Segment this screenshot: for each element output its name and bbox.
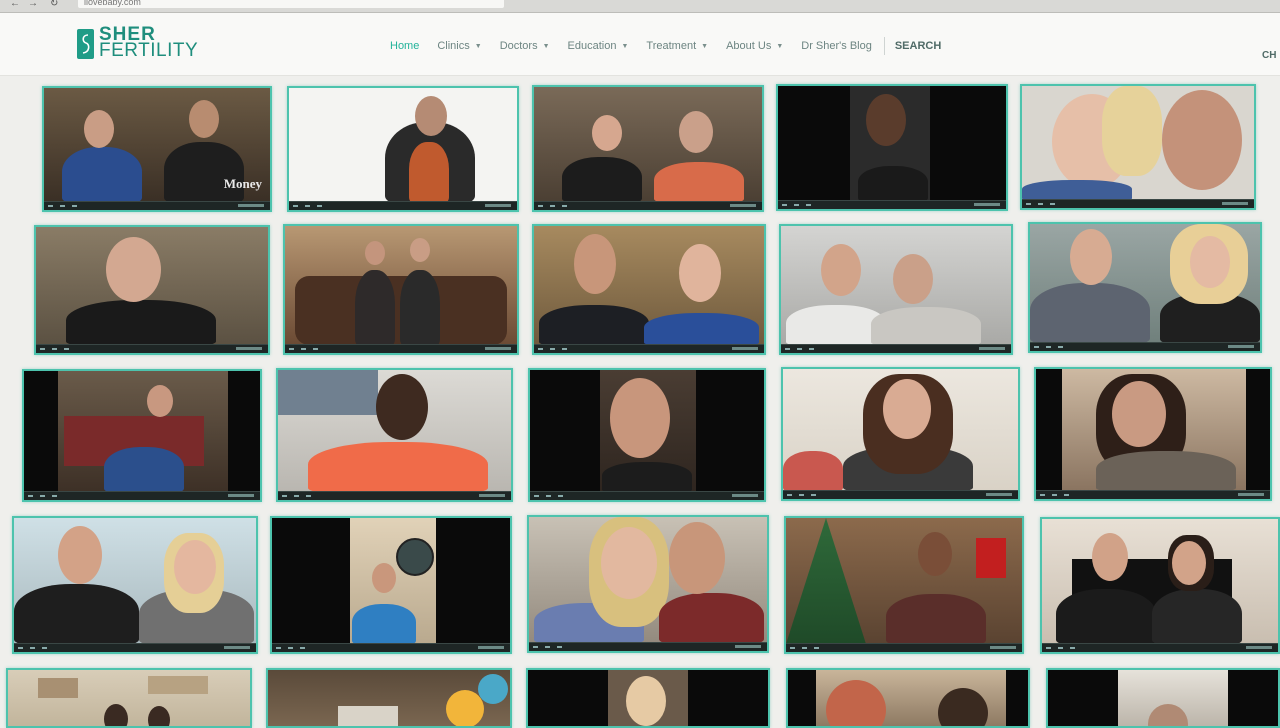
video-tile[interactable] [527, 515, 769, 653]
chevron-down-icon: ▼ [621, 42, 629, 50]
nav-education[interactable]: Education ▼ [568, 40, 629, 52]
video-tile[interactable] [22, 369, 262, 502]
video-tile[interactable] [266, 668, 512, 728]
nav-about-us-label: About Us [726, 40, 772, 52]
video-controls[interactable] [529, 642, 767, 651]
logo-line-2: FERTILITY [99, 40, 199, 61]
browser-chrome: ← → ↻ ilovebaby.com [0, 0, 1280, 13]
video-tile[interactable] [1020, 84, 1256, 210]
nav-education-label: Education [567, 40, 617, 52]
video-tile[interactable] [1040, 517, 1280, 654]
header-edge-text: CH [1262, 50, 1277, 61]
video-controls[interactable] [289, 201, 517, 210]
address-bar[interactable]: ilovebaby.com [78, 0, 504, 8]
nav-about-us[interactable]: About Us ▼ [726, 40, 783, 52]
chevron-down-icon: ▼ [474, 42, 482, 50]
video-tile[interactable] [1046, 668, 1280, 728]
chevron-down-icon: ▼ [542, 42, 550, 50]
video-controls[interactable] [1036, 490, 1270, 499]
video-controls[interactable] [44, 201, 270, 210]
video-tile[interactable] [781, 367, 1020, 501]
video-tile[interactable] [528, 368, 766, 502]
video-tile[interactable] [779, 224, 1013, 355]
video-tile[interactable] [532, 224, 766, 355]
video-watermark: Money [223, 176, 262, 191]
video-tile[interactable] [786, 668, 1030, 728]
video-controls[interactable] [285, 344, 517, 353]
video-tile[interactable]: Money [42, 86, 272, 212]
video-tile[interactable] [526, 668, 770, 728]
video-controls[interactable] [534, 344, 764, 353]
video-tile[interactable] [34, 225, 270, 355]
nav-home-label: Home [390, 40, 420, 52]
video-controls[interactable] [534, 201, 762, 210]
nav-clinics[interactable]: Clinics ▼ [437, 40, 481, 52]
video-tile[interactable] [1028, 222, 1262, 353]
video-controls[interactable] [36, 344, 268, 353]
nav-divider [883, 37, 885, 55]
video-tile[interactable] [6, 668, 252, 728]
video-tile[interactable] [12, 516, 258, 654]
nav-doctors[interactable]: Doctors ▼ [500, 40, 550, 52]
back-icon[interactable]: ← [10, 0, 20, 9]
chevron-down-icon: ▼ [776, 42, 784, 50]
chevron-down-icon: ▼ [701, 42, 709, 50]
video-tile[interactable] [287, 86, 519, 212]
video-tile[interactable] [776, 84, 1008, 211]
video-tile[interactable] [270, 516, 512, 654]
video-controls[interactable] [786, 643, 1022, 652]
nav-blog[interactable]: Dr Sher's Blog [801, 40, 872, 52]
nav-blog-label: Dr Sher's Blog [801, 40, 872, 52]
sher-fertility-logo-icon[interactable] [77, 29, 94, 59]
video-controls[interactable] [781, 344, 1011, 353]
video-controls[interactable] [1022, 199, 1254, 208]
main-nav: Home Clinics ▼ Doctors ▼ Education ▼ Tre… [390, 37, 941, 55]
video-controls[interactable] [1042, 643, 1278, 652]
video-tile[interactable] [283, 224, 519, 355]
nav-doctors-label: Doctors [499, 40, 538, 52]
video-controls[interactable] [1030, 342, 1260, 351]
site-header: SHER FERTILITY Home Clinics ▼ Doctors ▼ … [0, 13, 1280, 76]
video-controls[interactable] [272, 643, 510, 652]
video-controls[interactable] [783, 490, 1018, 499]
video-controls[interactable] [278, 491, 511, 500]
forward-icon[interactable]: → [28, 0, 38, 9]
nav-clinics-label: Clinics [437, 40, 470, 52]
site-logo[interactable]: SHER FERTILITY [99, 25, 199, 61]
search-link[interactable]: SEARCH [895, 40, 941, 52]
video-controls[interactable] [14, 643, 256, 652]
reload-icon[interactable]: ↻ [50, 0, 58, 9]
video-tile[interactable] [532, 85, 764, 212]
nav-treatment-label: Treatment [646, 40, 697, 52]
nav-home[interactable]: Home [390, 40, 419, 52]
video-controls[interactable] [778, 200, 1006, 209]
nav-treatment[interactable]: Treatment ▼ [646, 40, 708, 52]
video-tile[interactable] [276, 368, 513, 502]
video-tile[interactable] [1034, 367, 1272, 501]
video-controls[interactable] [530, 491, 764, 500]
video-tile[interactable] [784, 516, 1024, 654]
video-controls[interactable] [24, 491, 260, 500]
